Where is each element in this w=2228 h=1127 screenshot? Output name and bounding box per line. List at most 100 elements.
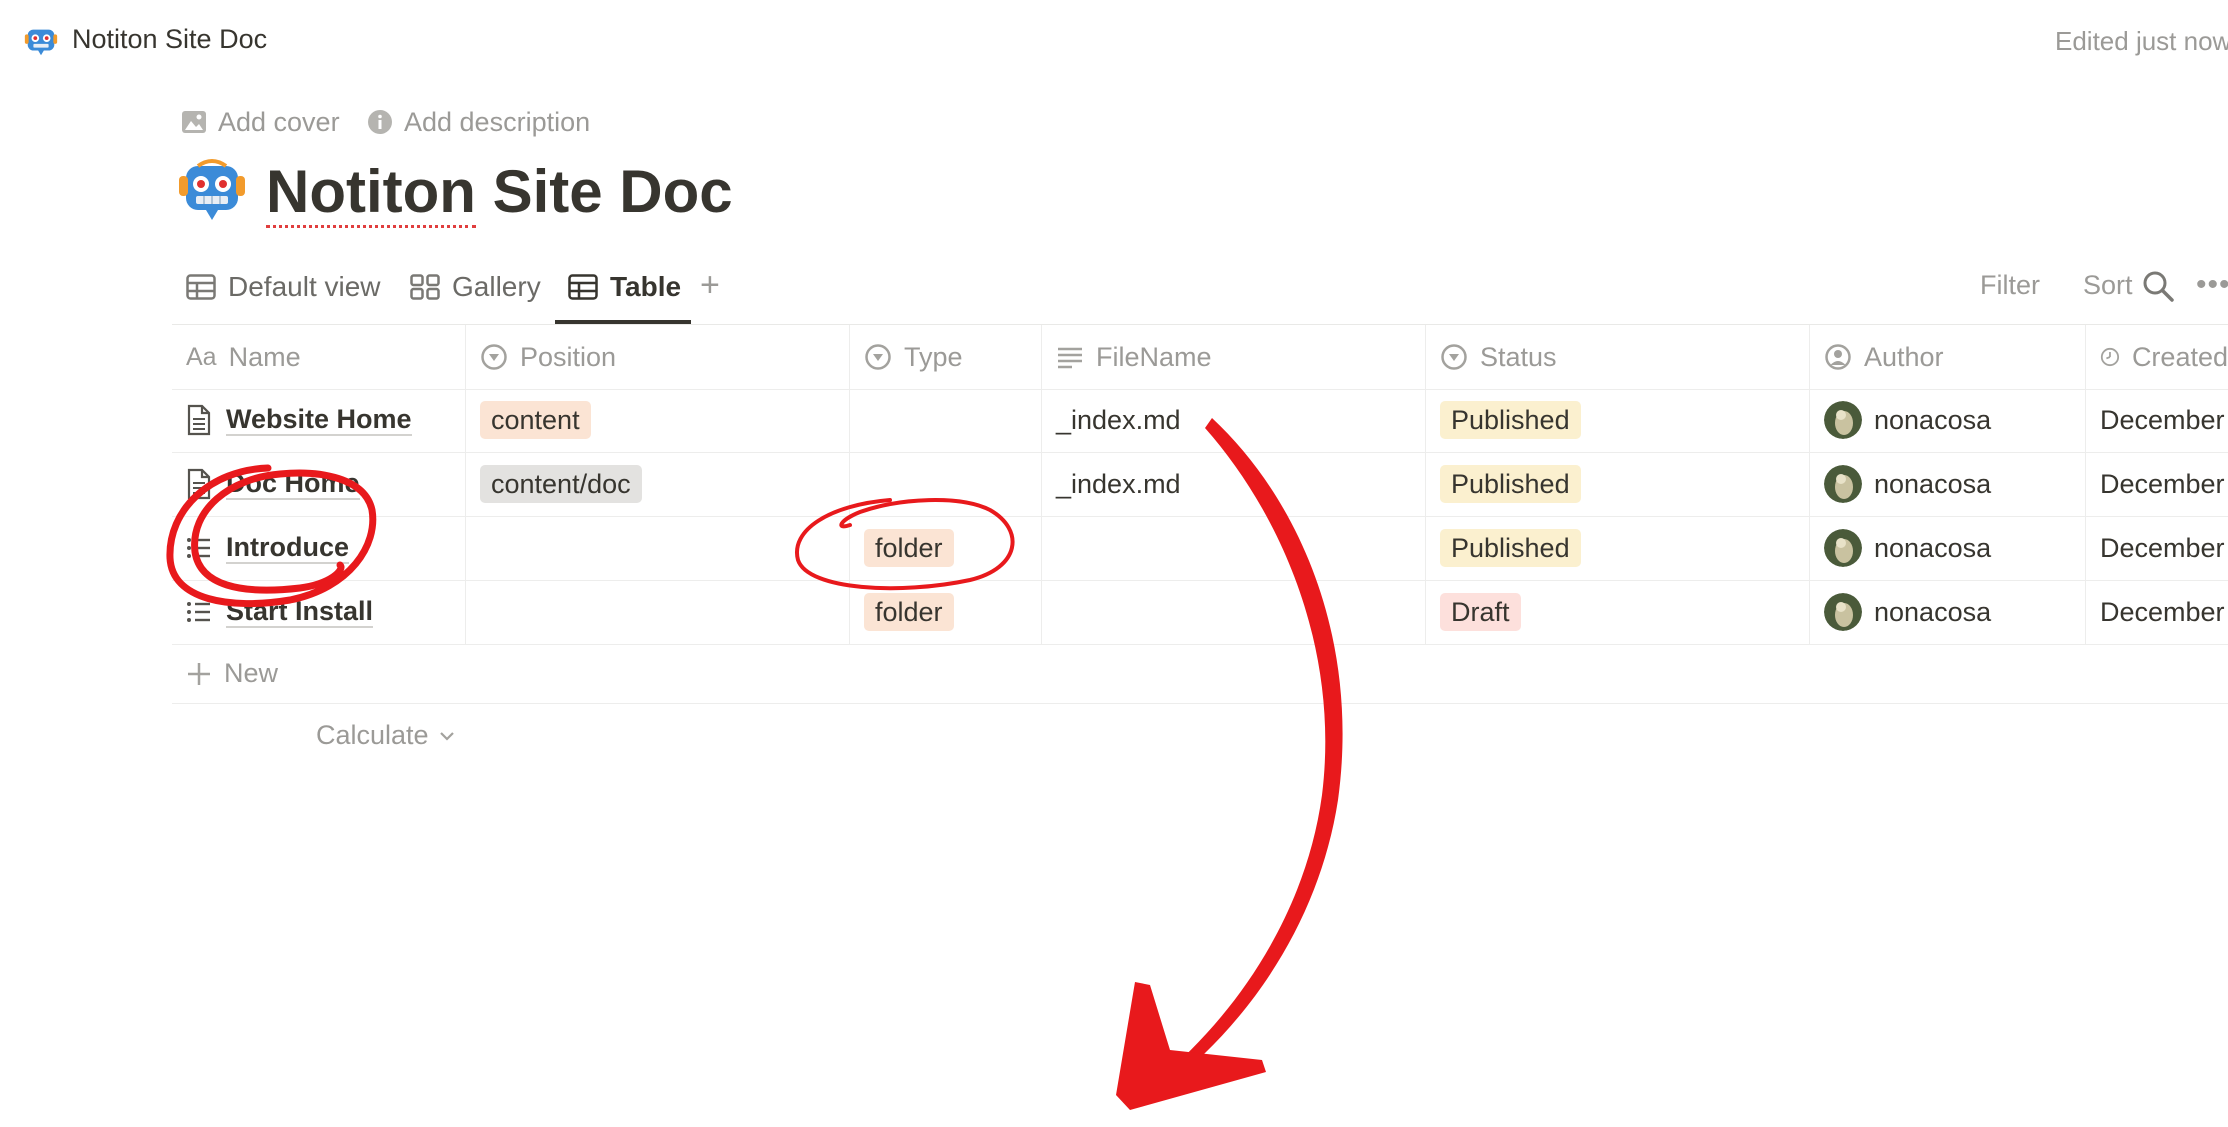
text-property-icon: Aa: [186, 342, 217, 371]
text-lines-icon: [1058, 347, 1082, 369]
created-text: December: [2100, 468, 2225, 499]
column-header-label: Name: [228, 341, 301, 372]
status-cell[interactable]: Draft: [1426, 580, 1810, 644]
status-cell[interactable]: Published: [1426, 516, 1810, 580]
type-tag: folder: [864, 593, 954, 631]
robot-icon: [24, 29, 58, 56]
calculate-button[interactable]: Calculate: [316, 720, 457, 751]
row-title[interactable]: Doc Home: [226, 468, 360, 500]
type-cell[interactable]: [850, 388, 1042, 452]
add-description-button[interactable]: Add description: [366, 102, 590, 142]
column-header-filename[interactable]: FileName: [1042, 325, 1426, 389]
column-header-created[interactable]: Created: [2086, 325, 2228, 389]
page-title[interactable]: Notiton Site Doc: [266, 152, 733, 232]
type-cell[interactable]: folder: [850, 516, 1042, 580]
status-cell[interactable]: Published: [1426, 388, 1810, 452]
chevron-down-icon: [439, 731, 454, 741]
new-row-button[interactable]: New: [186, 658, 278, 689]
page-icon: [187, 468, 211, 500]
position-tag: content: [480, 401, 591, 439]
search-icon[interactable]: [2140, 268, 2176, 304]
type-cell[interactable]: folder: [850, 580, 1042, 644]
filename-cell[interactable]: _index.md: [1042, 388, 1426, 452]
created-cell[interactable]: December: [2086, 452, 2228, 516]
created-cell[interactable]: December: [2086, 388, 2228, 452]
column-header-author[interactable]: Author: [1810, 325, 2086, 389]
table-row[interactable]: Doc Home content/doc _index.md Published…: [172, 452, 2228, 517]
column-header-label: FileName: [1096, 341, 1212, 372]
table-row[interactable]: Start Install folder Draft nonacosa Dece…: [172, 580, 2228, 645]
plus-icon: [188, 662, 210, 685]
new-row-label: New: [224, 658, 279, 688]
row-title[interactable]: Website Home: [226, 404, 412, 436]
created-text: December: [2100, 404, 2225, 435]
add-description-label: Add description: [404, 106, 591, 137]
filename-cell[interactable]: [1042, 580, 1426, 644]
tab-label: Gallery: [452, 271, 541, 302]
gallery-icon: [410, 274, 440, 300]
column-header-label: Author: [1864, 341, 1944, 372]
row-title[interactable]: Introduce: [226, 532, 350, 564]
annotation-arrowhead: [1116, 982, 1266, 1110]
name-cell[interactable]: Doc Home: [172, 452, 466, 516]
table-icon: [568, 274, 598, 300]
robot-icon[interactable]: [176, 154, 248, 226]
edited-status: Edited just now: [2055, 26, 2228, 56]
filename-cell[interactable]: _index.md: [1042, 452, 1426, 516]
breadcrumb-title[interactable]: Notiton Site Doc: [72, 24, 267, 55]
type-tag: folder: [864, 529, 954, 567]
position-cell[interactable]: content/doc: [466, 452, 850, 516]
author-name: nonacosa: [1874, 404, 1992, 435]
position-tag: content/doc: [480, 465, 642, 503]
name-cell[interactable]: Introduce: [172, 516, 466, 580]
author-name: nonacosa: [1874, 596, 1992, 627]
more-options-button[interactable]: •••: [2196, 268, 2228, 302]
clock-icon: [2100, 347, 2120, 367]
avatar: [1824, 593, 1862, 631]
filter-button[interactable]: Filter: [1980, 270, 2040, 301]
author-name: nonacosa: [1874, 532, 1992, 563]
page-title-rest: Site Doc: [475, 158, 733, 225]
created-cell[interactable]: December: [2086, 516, 2228, 580]
table-row[interactable]: Website Home content _index.md Published…: [172, 388, 2228, 453]
position-cell[interactable]: [466, 580, 850, 644]
row-title[interactable]: Start Install: [226, 596, 374, 628]
tab-gallery[interactable]: Gallery: [410, 268, 541, 306]
image-icon: [182, 111, 206, 133]
created-cell[interactable]: December: [2086, 580, 2228, 644]
filename-cell[interactable]: [1042, 516, 1426, 580]
name-cell[interactable]: Start Install: [172, 580, 466, 644]
sort-button[interactable]: Sort: [2083, 270, 2133, 301]
add-view-button[interactable]: +: [700, 266, 720, 305]
add-cover-label: Add cover: [218, 106, 340, 137]
column-header-label: Position: [520, 341, 617, 372]
select-property-icon: [865, 344, 891, 370]
tab-default-view[interactable]: Default view: [186, 268, 381, 306]
column-header-name[interactable]: Aa Name: [172, 325, 466, 389]
avatar: [1824, 529, 1862, 567]
table-row[interactable]: Introduce folder Published nonacosa Dece…: [172, 516, 2228, 581]
column-header-position[interactable]: Position: [466, 325, 850, 389]
tab-table[interactable]: Table: [568, 268, 681, 306]
info-icon: [368, 110, 392, 134]
filename-text: _index.md: [1056, 404, 1181, 435]
author-cell[interactable]: nonacosa: [1810, 516, 2086, 580]
type-cell[interactable]: [850, 452, 1042, 516]
column-header-type[interactable]: Type: [850, 325, 1042, 389]
position-cell[interactable]: [466, 516, 850, 580]
page-title-misspelled-word: Notiton: [266, 158, 476, 228]
column-header-status[interactable]: Status: [1426, 325, 1810, 389]
top-bar: Notiton Site Doc Edited just now: [0, 0, 2228, 84]
status-tag: Published: [1440, 401, 1581, 439]
author-cell[interactable]: nonacosa: [1810, 580, 2086, 644]
name-cell[interactable]: Website Home: [172, 388, 466, 452]
person-icon: [1825, 344, 1851, 370]
tab-label: Table: [610, 271, 682, 302]
avatar: [1824, 401, 1862, 439]
position-cell[interactable]: content: [466, 388, 850, 452]
status-cell[interactable]: Published: [1426, 452, 1810, 516]
created-text: December: [2100, 532, 2225, 563]
author-cell[interactable]: nonacosa: [1810, 388, 2086, 452]
add-cover-button[interactable]: Add cover: [180, 102, 340, 142]
author-cell[interactable]: nonacosa: [1810, 452, 2086, 516]
